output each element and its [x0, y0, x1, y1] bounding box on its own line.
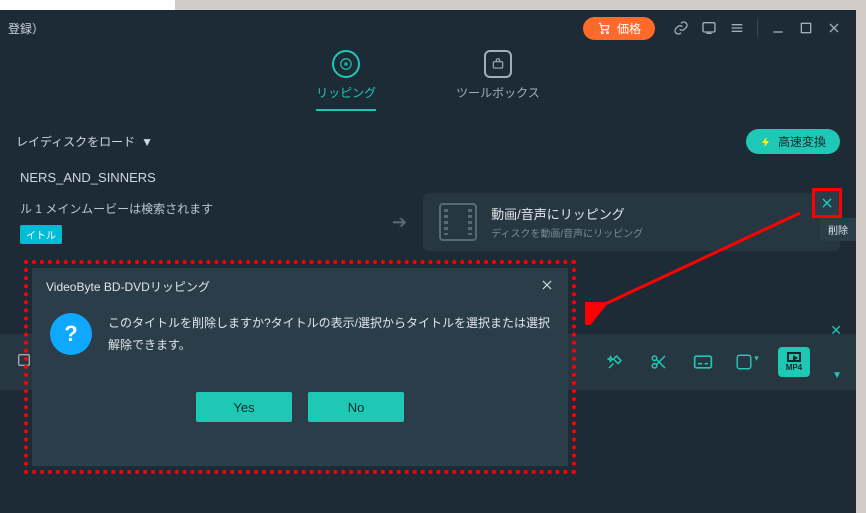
dialog-message: このタイトルを削除しますか?タイトルの表示/選択からタイトルを選択または選択解除… — [108, 313, 550, 356]
arrow-right-icon: ➔ — [392, 212, 407, 233]
load-disc-dropdown[interactable]: レイディスクをロード ▼ — [16, 133, 153, 150]
rip-target-card[interactable]: 動画/音声にリッピング ディスクを動画/音声にリッピング ▼ — [423, 193, 840, 251]
minimize-button[interactable] — [764, 14, 792, 42]
toolbox-icon — [484, 50, 512, 78]
app-window: 登録） 価格 リッピング ツールボックス レイディスクを — [0, 10, 856, 513]
cart-icon — [597, 21, 611, 35]
delete-tooltip: 削除 — [820, 218, 856, 241]
tab-toolbox-label: ツールボックス — [456, 84, 540, 101]
output-format-label: MP4 — [786, 363, 802, 372]
dialog-close-button[interactable] — [540, 278, 554, 295]
title-tag[interactable]: イトル — [20, 225, 62, 244]
link-icon[interactable] — [667, 14, 695, 42]
output-format-button[interactable]: MP4 — [778, 347, 810, 377]
movie-status-text: ル 1 メインムービーは検索されます — [20, 200, 376, 217]
rip-target-sub: ディスクを動画/音声にリッピング — [491, 225, 643, 240]
price-label: 価格 — [617, 20, 641, 37]
menu-icon[interactable] — [723, 14, 751, 42]
checkbox-placeholder[interactable] — [16, 352, 32, 373]
fast-convert-label: 高速変換 — [778, 133, 826, 150]
confirm-dialog: VideoByte BD-DVDリッピング ? このタイトルを削除しますか?タイ… — [32, 268, 568, 466]
item-close-icon[interactable]: ✕ — [830, 322, 842, 339]
titlebar: 登録） 価格 — [0, 10, 856, 46]
content-area: NERS_AND_SINNERS ル 1 メインムービーは検索されます イトル … — [0, 164, 856, 257]
item-expand-icon[interactable]: ▼ — [832, 370, 842, 381]
main-tabs: リッピング ツールボックス — [0, 50, 856, 111]
dialog-title: VideoByte BD-DVDリッピング — [46, 278, 210, 295]
subtitle-icon[interactable] — [690, 354, 716, 370]
maximize-button[interactable] — [792, 14, 820, 42]
no-button[interactable]: No — [308, 392, 404, 422]
disc-title-text: NERS_AND_SINNERS — [16, 170, 840, 185]
fast-convert-button[interactable]: 高速変換 — [746, 129, 840, 154]
close-window-button[interactable] — [820, 14, 848, 42]
lightning-icon — [760, 135, 772, 149]
tab-ripping-label: リッピング — [316, 84, 376, 101]
registration-label: 登録） — [8, 20, 44, 37]
chevron-down-icon: ▼ — [141, 135, 153, 149]
film-icon — [439, 203, 477, 241]
cut-icon[interactable] — [646, 353, 672, 371]
rip-target-title: 動画/音声にリッピング — [491, 204, 643, 223]
disc-icon — [332, 50, 360, 78]
remove-title-button[interactable] — [812, 188, 842, 218]
load-disc-label: レイディスクをロード — [16, 133, 135, 150]
effects-icon[interactable] — [602, 353, 628, 371]
yes-button[interactable]: Yes — [196, 392, 292, 422]
second-bar: レイディスクをロード ▼ 高速変換 — [0, 119, 856, 164]
price-button[interactable]: 価格 — [583, 17, 655, 40]
tab-toolbox[interactable]: ツールボックス — [456, 50, 540, 111]
feedback-icon[interactable] — [695, 14, 723, 42]
question-icon: ? — [50, 313, 92, 355]
info-icon[interactable]: ▾ — [734, 353, 760, 371]
tab-ripping[interactable]: リッピング — [316, 50, 376, 111]
